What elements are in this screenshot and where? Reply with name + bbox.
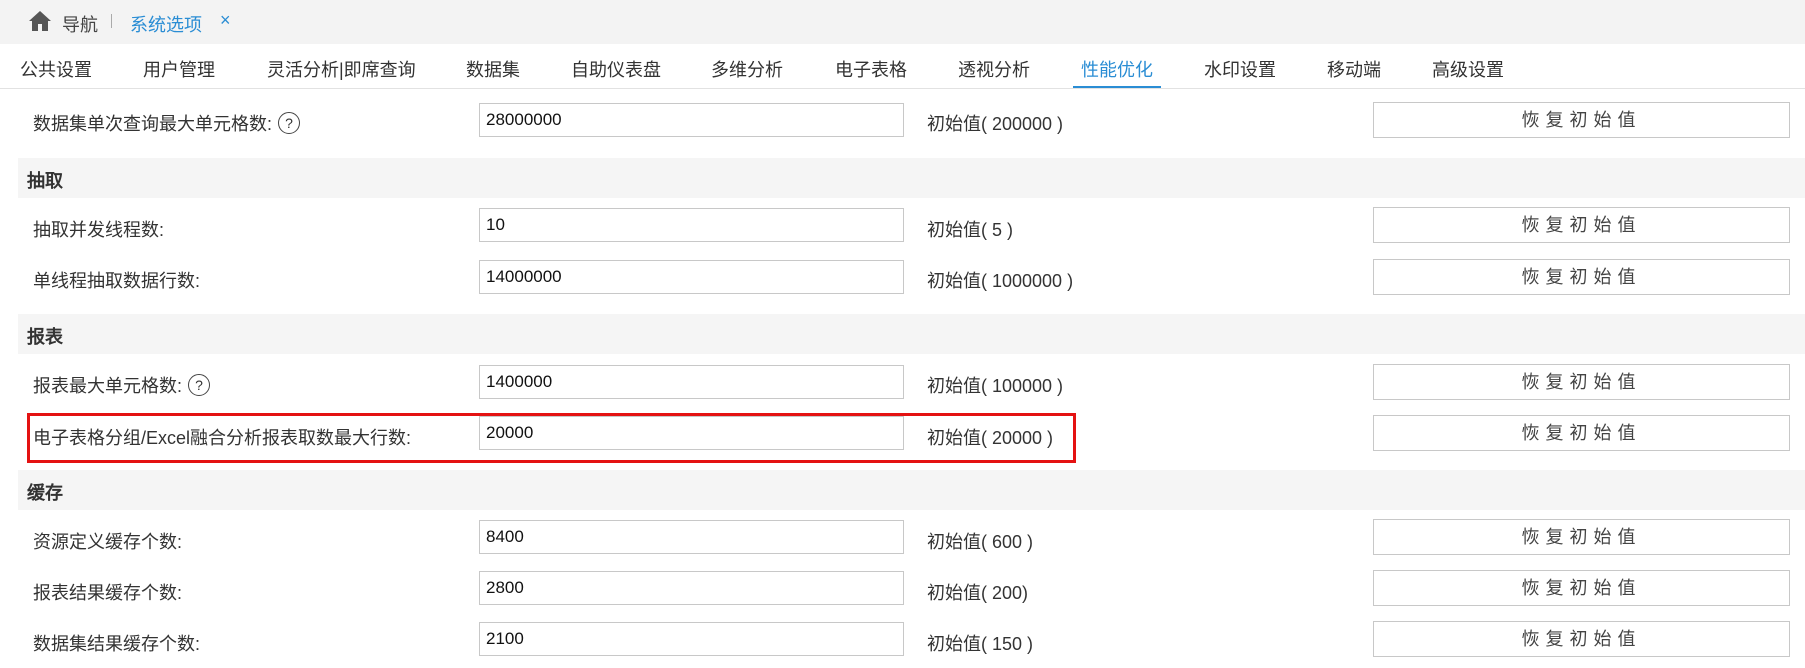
dataset-result-cache-input[interactable] [479, 622, 904, 656]
setting-label: 数据集单次查询最大单元格数:? [33, 110, 300, 136]
section-header-extract: 抽取 [18, 158, 1805, 198]
report-result-cache-input[interactable] [479, 571, 904, 605]
tab-mobile[interactable]: 移动端 [1327, 56, 1381, 82]
setting-label-text: 数据集单次查询最大单元格数: [33, 114, 272, 134]
reset-default-button[interactable]: 恢复初始值 [1373, 207, 1790, 243]
setting-label: 数据集结果缓存个数: [33, 634, 201, 654]
setting-label: 电子表格分组/Excel融合分析报表取数最大行数: [33, 428, 412, 448]
default-value-text: 初始值( 1000000 ) [927, 271, 1074, 291]
tab-dataset[interactable]: 数据集 [466, 56, 520, 82]
setting-label-text: 报表最大单元格数: [33, 376, 183, 396]
tab-performance-optimization[interactable]: 性能优化 [1081, 56, 1153, 82]
dataset-max-cells-input[interactable] [479, 103, 904, 137]
section-title: 报表 [27, 327, 63, 347]
section-header-report: 报表 [18, 314, 1805, 354]
section-title: 抽取 [27, 171, 63, 191]
setting-label: 报表结果缓存个数: [33, 583, 183, 603]
tab-spreadsheet[interactable]: 电子表格 [835, 56, 907, 82]
default-value-text: 初始值( 20000 ) [927, 428, 1054, 448]
report-max-cells-input[interactable] [479, 365, 904, 399]
reset-default-button[interactable]: 恢复初始值 [1373, 102, 1790, 138]
nav-home-label[interactable]: 导航 [62, 11, 98, 37]
default-value-text: 初始值( 600 ) [927, 532, 1034, 552]
reset-default-button[interactable]: 恢复初始值 [1373, 415, 1790, 451]
reset-default-button[interactable]: 恢复初始值 [1373, 621, 1790, 657]
tab-watermark-settings[interactable]: 水印设置 [1204, 56, 1276, 82]
reset-default-button[interactable]: 恢复初始值 [1373, 259, 1790, 295]
tab-public-settings[interactable]: 公共设置 [20, 56, 92, 82]
settings-tab-strip: 公共设置 用户管理 灵活分析|即席查询 数据集 自助仪表盘 多维分析 电子表格 … [0, 44, 1805, 89]
setting-label: 报表最大单元格数:? [33, 372, 211, 398]
spreadsheet-max-rows-input[interactable] [479, 416, 904, 450]
tab-user-management[interactable]: 用户管理 [143, 56, 215, 82]
setting-label: 单线程抽取数据行数: [33, 271, 201, 291]
nav-tab-system-options[interactable]: 系统选项 [130, 11, 202, 37]
tab-pivot-analysis[interactable]: 透视分析 [958, 56, 1030, 82]
active-tab-underline [1073, 86, 1161, 88]
section-title: 缓存 [27, 483, 63, 503]
question-circle-icon[interactable]: ? [278, 112, 300, 135]
default-value-text: 初始值( 150 ) [927, 634, 1034, 654]
resource-cache-count-input[interactable] [479, 520, 904, 554]
reset-default-button[interactable]: 恢复初始值 [1373, 364, 1790, 400]
home-icon[interactable] [28, 10, 52, 32]
default-value-text: 初始值( 200000 ) [927, 114, 1064, 134]
default-value-text: 初始值( 100000 ) [927, 376, 1064, 396]
section-header-cache: 缓存 [18, 470, 1805, 510]
top-nav-bar: 导航 系统选项 × [0, 0, 1805, 44]
tab-advanced-settings[interactable]: 高级设置 [1432, 56, 1504, 82]
tab-olap-analysis[interactable]: 多维分析 [711, 56, 783, 82]
reset-default-button[interactable]: 恢复初始值 [1373, 570, 1790, 606]
default-value-text: 初始值( 200) [927, 583, 1029, 603]
reset-default-button[interactable]: 恢复初始值 [1373, 519, 1790, 555]
close-icon[interactable]: × [220, 10, 231, 31]
setting-label: 抽取并发线程数: [33, 220, 165, 240]
tab-flexible-analysis[interactable]: 灵活分析|即席查询 [267, 56, 416, 82]
extract-rows-input[interactable] [479, 260, 904, 294]
nav-divider [111, 14, 112, 28]
tab-self-dashboard[interactable]: 自助仪表盘 [571, 56, 661, 82]
default-value-text: 初始值( 5 ) [927, 220, 1014, 240]
question-circle-icon[interactable]: ? [188, 374, 211, 397]
setting-label: 资源定义缓存个数: [33, 532, 183, 552]
extract-threads-input[interactable] [479, 208, 904, 242]
